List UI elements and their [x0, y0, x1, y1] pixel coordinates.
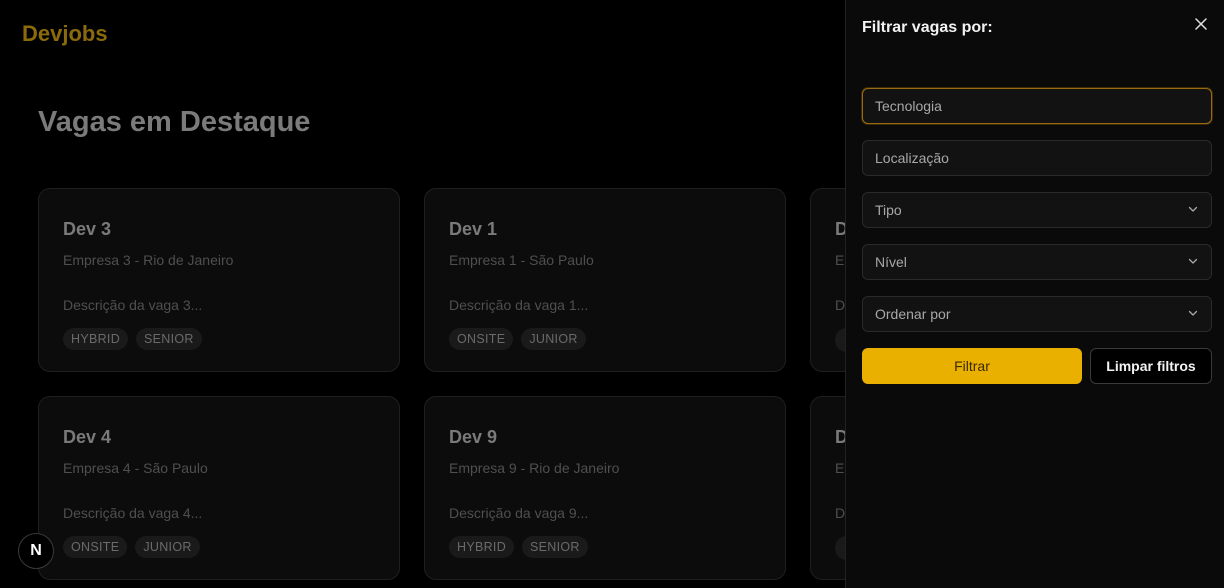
tag-badge: ONSITE [449, 328, 514, 350]
job-description: Descrição da vaga 9... [449, 505, 589, 521]
job-title: Dev 1 [449, 219, 498, 239]
tag-badge: HYBRID [449, 536, 515, 558]
type-select-label: Tipo [875, 202, 902, 218]
clear-filters-button[interactable]: Limpar filtros [1090, 348, 1212, 384]
filter-button[interactable]: Filtrar [862, 348, 1082, 384]
tag-badge: JUNIOR [135, 536, 200, 558]
tag-badge: JUNIOR [521, 328, 586, 350]
job-tags: HYBRID SENIOR [63, 328, 375, 350]
job-card[interactable]: Dev 4 Empresa 4 - São Paulo Descrição da… [38, 396, 400, 580]
job-description: Descrição da vaga 1... [449, 297, 589, 313]
location-input-wrapper [862, 140, 1212, 176]
level-select[interactable]: Nível [862, 244, 1212, 280]
job-company: Empresa 3 - Rio de Janeiro [63, 252, 234, 268]
job-title: Dev 4 [63, 427, 112, 447]
type-select[interactable]: Tipo [862, 192, 1212, 228]
sort-select-label: Ordenar por [875, 306, 951, 322]
job-card[interactable]: Dev 3 Empresa 3 - Rio de Janeiro Descriç… [38, 188, 400, 372]
sort-select[interactable]: Ordenar por [862, 296, 1212, 332]
filter-panel: Filtrar vagas por: Tipo Nível Ordenar po… [845, 0, 1224, 588]
tag-badge: SENIOR [136, 328, 202, 350]
job-title: Dev 9 [449, 427, 498, 447]
tag-badge: HYBRID [63, 328, 129, 350]
chevron-down-icon [1187, 202, 1199, 218]
technology-input-wrapper [862, 88, 1212, 124]
page-title: Vagas em Destaque [38, 106, 311, 138]
job-card[interactable]: Dev 1 Empresa 1 - São Paulo Descrição da… [424, 188, 786, 372]
filter-panel-title: Filtrar vagas por: [862, 19, 993, 36]
job-description: Descrição da vaga 3... [63, 297, 203, 313]
close-icon[interactable] [1192, 15, 1210, 33]
job-tags: ONSITE JUNIOR [63, 536, 375, 558]
job-tags: HYBRID SENIOR [449, 536, 761, 558]
chevron-down-icon [1187, 306, 1199, 322]
next-logo-icon: N [30, 542, 42, 559]
job-card[interactable]: Dev 9 Empresa 9 - Rio de Janeiro Descriç… [424, 396, 786, 580]
job-company: Empresa 4 - São Paulo [63, 460, 208, 476]
level-select-label: Nível [875, 254, 907, 270]
job-title: Dev 3 [63, 219, 112, 239]
chevron-down-icon [1187, 254, 1199, 270]
logo[interactable]: Devjobs [22, 21, 108, 47]
tag-badge: SENIOR [522, 536, 588, 558]
job-tags: ONSITE JUNIOR [449, 328, 761, 350]
job-company: Empresa 1 - São Paulo [449, 252, 594, 268]
technology-input[interactable] [875, 98, 1199, 114]
tag-badge: ONSITE [63, 536, 128, 558]
dev-tools-badge[interactable]: N [18, 533, 54, 569]
job-description: Descrição da vaga 4... [63, 505, 203, 521]
job-company: Empresa 9 - Rio de Janeiro [449, 460, 620, 476]
location-input[interactable] [875, 150, 1199, 166]
